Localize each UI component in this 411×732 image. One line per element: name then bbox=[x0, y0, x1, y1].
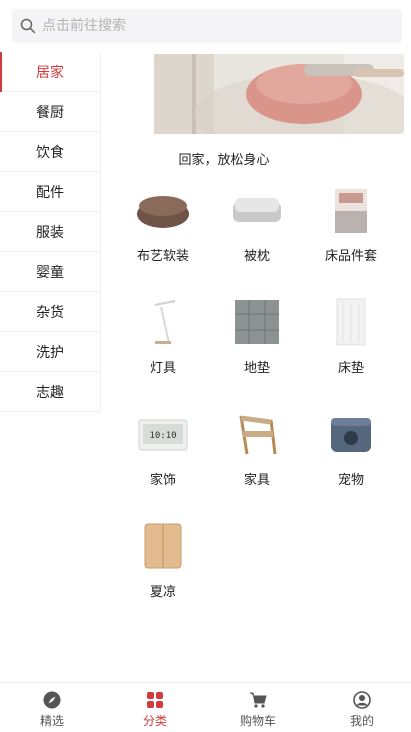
bottom-tab-bar: 精选 分类 购物车 我的 bbox=[0, 682, 411, 732]
banner-image bbox=[154, 54, 404, 134]
category-label: 床品件套 bbox=[324, 249, 377, 264]
category-label: 地垫 bbox=[243, 361, 270, 376]
banner-caption: 回家，放松身心 bbox=[178, 153, 270, 168]
tab-label: 分类 bbox=[142, 714, 167, 728]
category-item[interactable]: 宠物 bbox=[306, 409, 396, 489]
search-icon bbox=[20, 18, 36, 34]
search-bar: 点击前往搜索 bbox=[0, 0, 411, 50]
tab-label: 购物车 bbox=[239, 714, 276, 728]
category-item[interactable]: 被枕 bbox=[212, 185, 302, 265]
category-item[interactable]: 夏凉 bbox=[118, 521, 208, 601]
cart-icon bbox=[250, 692, 267, 708]
category-label: 家饰 bbox=[149, 473, 176, 488]
category-item[interactable]: 布艺软装 bbox=[118, 185, 208, 265]
beanbag-icon bbox=[133, 185, 193, 235]
tab-label: 我的 bbox=[349, 714, 374, 728]
category-item[interactable]: 家具 bbox=[212, 409, 302, 489]
search-placeholder: 点击前往搜索 bbox=[42, 18, 126, 34]
category-label: 被枕 bbox=[243, 249, 270, 264]
tab-label: 精选 bbox=[39, 714, 64, 728]
mattress-icon bbox=[321, 297, 381, 347]
summer-mat-icon bbox=[133, 521, 193, 571]
sidebar-item-accessories[interactable]: 配件 bbox=[0, 172, 100, 212]
category-sidebar: 居家 餐厨 饮食 配件 服装 婴童 杂货 洗护 志趣 bbox=[0, 52, 101, 413]
sidebar-item-hobby[interactable]: 志趣 bbox=[0, 372, 100, 412]
pillow-icon bbox=[227, 185, 287, 235]
sidebar-item-home[interactable]: 居家 bbox=[0, 52, 100, 92]
sidebar-item-care[interactable]: 洗护 bbox=[0, 332, 100, 372]
sidebar-item-kitchen[interactable]: 餐厨 bbox=[0, 92, 100, 132]
tab-cart[interactable]: 购物车 bbox=[223, 691, 293, 729]
category-label: 夏凉 bbox=[149, 585, 176, 600]
category-label: 灯具 bbox=[149, 361, 176, 376]
category-label: 布艺软装 bbox=[136, 249, 189, 264]
tab-featured[interactable]: 精选 bbox=[17, 691, 87, 729]
category-item[interactable]: 10:10 家饰 bbox=[118, 409, 208, 489]
sidebar-item-baby[interactable]: 婴童 bbox=[0, 252, 100, 292]
bedding-set-icon bbox=[321, 185, 381, 235]
search-input[interactable]: 点击前往搜索 bbox=[12, 9, 402, 43]
lamp-icon bbox=[133, 297, 193, 347]
sidebar-item-food[interactable]: 饮食 bbox=[0, 132, 100, 172]
svg-text:10:10: 10:10 bbox=[149, 431, 176, 441]
category-item[interactable]: 灯具 bbox=[118, 297, 208, 377]
floor-mat-icon bbox=[227, 297, 287, 347]
user-icon bbox=[353, 691, 371, 709]
clock-icon: 10:10 bbox=[133, 409, 193, 459]
category-label: 家具 bbox=[243, 473, 270, 488]
category-banner[interactable] bbox=[154, 54, 404, 134]
category-item[interactable]: 床品件套 bbox=[306, 185, 396, 265]
sidebar-item-clothing[interactable]: 服装 bbox=[0, 212, 100, 252]
category-grid-icon bbox=[147, 692, 163, 708]
category-label: 床垫 bbox=[337, 361, 364, 376]
chair-icon bbox=[227, 409, 287, 459]
category-item[interactable]: 地垫 bbox=[212, 297, 302, 377]
category-label: 宠物 bbox=[337, 473, 364, 488]
compass-icon bbox=[43, 691, 61, 709]
tab-profile[interactable]: 我的 bbox=[327, 691, 397, 729]
tab-category[interactable]: 分类 bbox=[120, 691, 190, 729]
sidebar-item-sundries[interactable]: 杂货 bbox=[0, 292, 100, 332]
category-item[interactable]: 床垫 bbox=[306, 297, 396, 377]
pet-house-icon bbox=[321, 409, 381, 459]
